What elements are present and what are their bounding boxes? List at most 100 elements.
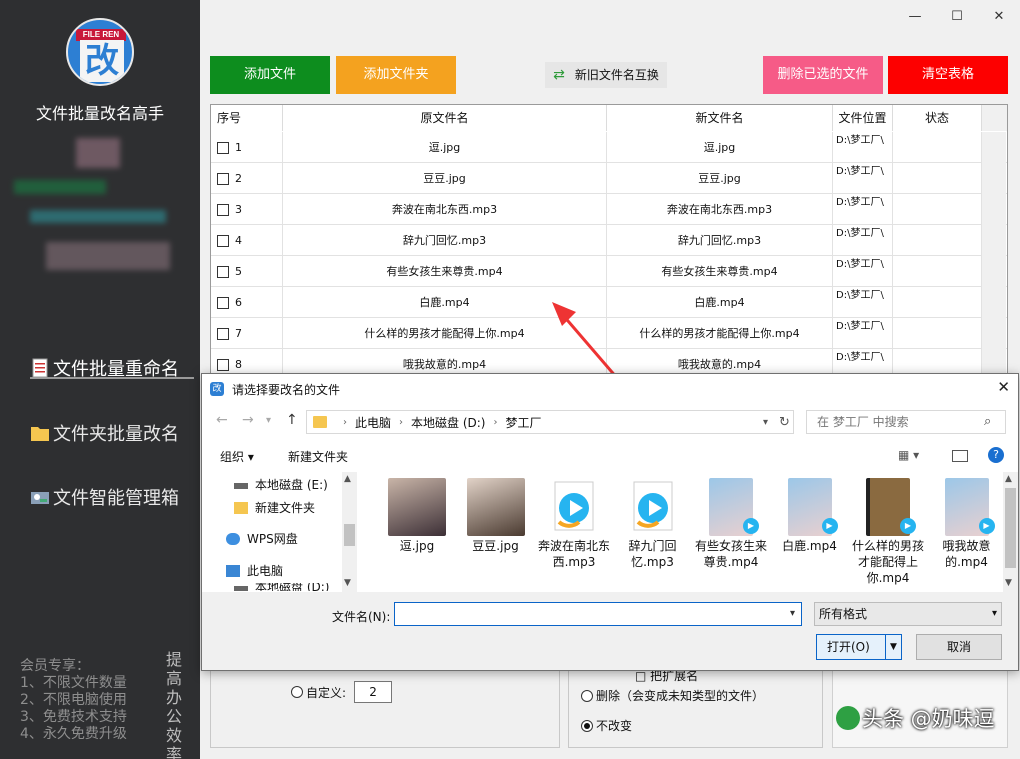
scroll-gap [982, 132, 1006, 163]
video-thumbnail-icon: ▶ [787, 478, 838, 536]
original-name-cell: 辞九门回忆.mp3 [283, 225, 607, 256]
row-checkbox[interactable] [217, 141, 229, 154]
table-row[interactable]: 1 逗.jpg 逗.jpg D:\梦工厂\ [211, 132, 1007, 163]
new-folder-button[interactable]: 新建文件夹 [288, 448, 348, 465]
scroll-up-icon[interactable]: ▲ [344, 474, 351, 484]
file-item[interactable]: ▶ 白鹿.mp4 [773, 478, 847, 554]
file-item[interactable]: 豆豆.jpg [459, 478, 533, 554]
tree-item-d-drive[interactable]: 本地磁盘 (D:) [234, 583, 329, 591]
delete-ext-option[interactable]: 删除（会变成未知类型的文件） [581, 687, 764, 704]
swap-names-button[interactable]: ⇄ 新旧文件名互换 [545, 62, 667, 88]
file-item[interactable]: ▶ 哦我故意的.mp4 [930, 478, 1004, 570]
dialog-footer: 文件名(N): ▾ 所有格式 ▾ 打开(O) ▼ 取消 [202, 592, 1018, 670]
filename-dropdown-icon[interactable]: ▾ [790, 608, 795, 619]
open-button[interactable]: 打开(O) ▼ [816, 634, 902, 660]
no-change-radio[interactable] [581, 719, 593, 732]
breadcrumb-item[interactable]: 梦工厂 [505, 414, 541, 431]
slogan-char: 效 [165, 726, 182, 745]
scroll-down-icon[interactable]: ▼ [344, 578, 351, 588]
delete-ext-radio[interactable] [581, 689, 593, 702]
table-row[interactable]: 3 奔波在南北东西.mp3 奔波在南北东西.mp3 D:\梦工厂\ [211, 194, 1007, 225]
nav-smart-manager[interactable]: 文件智能管理箱 [30, 484, 179, 510]
scroll-thumb[interactable] [1005, 488, 1016, 568]
file-name: 奔波在南北东西.mp3 [537, 539, 610, 569]
minimize-button[interactable]: — [894, 0, 936, 34]
header-scroll-gap [982, 105, 1007, 131]
custom-value-input[interactable]: 2 [354, 681, 393, 703]
image-thumbnail-icon [466, 478, 525, 536]
scroll-up-icon[interactable]: ▲ [1005, 474, 1012, 484]
open-split-dropdown-icon[interactable]: ▼ [885, 635, 901, 659]
add-folder-button[interactable]: 添加文件夹 [336, 56, 456, 94]
row-checkbox[interactable] [217, 296, 229, 309]
row-checkbox[interactable] [217, 358, 229, 371]
location-cell: D:\梦工厂\ [833, 256, 893, 287]
back-arrow-icon[interactable]: ← [216, 412, 228, 428]
no-change-option[interactable]: 不改变 [581, 717, 632, 734]
cancel-button[interactable]: 取消 [916, 634, 1002, 660]
tree-item-e-drive[interactable]: 本地磁盘 (E:) [234, 476, 328, 493]
pixelated-username [14, 180, 106, 194]
table-row[interactable]: 2 豆豆.jpg 豆豆.jpg D:\梦工厂\ [211, 163, 1007, 194]
tree-item-wps-cloud[interactable]: WPS网盘 [226, 530, 298, 547]
scroll-thumb[interactable] [344, 524, 355, 546]
clear-table-button[interactable]: 清空表格 [888, 56, 1008, 94]
address-dropdown-icon[interactable]: ▾ [763, 417, 768, 428]
scroll-down-icon[interactable]: ▼ [1005, 578, 1012, 588]
status-cell [893, 256, 982, 287]
file-item[interactable]: ▶ 什么样的男孩才能配得上你.mp4 [851, 478, 925, 586]
breadcrumb-item[interactable]: 本地磁盘 (D:) [411, 414, 485, 431]
table-row[interactable]: 4 辞九门回忆.mp3 辞九门回忆.mp3 D:\梦工厂\ [211, 225, 1007, 256]
row-checkbox[interactable] [217, 265, 229, 278]
sidebar: FILE REN 改 文件批量改名高手 文件批量重命名 文件夹批量改名 文件智能… [0, 0, 200, 759]
help-icon[interactable]: ? [988, 447, 1004, 463]
app-small-icon: 改 [210, 382, 224, 396]
forward-arrow-icon[interactable]: → [242, 412, 254, 428]
address-bar[interactable]: › 此电脑 › 本地磁盘 (D:) › 梦工厂 ▾ ↻ [306, 410, 794, 434]
row-checkbox[interactable] [217, 327, 229, 340]
table-row[interactable]: 5 有些女孩生来尊贵.mp4 有些女孩生来尊贵.mp4 D:\梦工厂\ [211, 256, 1007, 287]
search-input[interactable]: 在 梦工厂 中搜索 [806, 410, 1006, 434]
tree-item-new-folder[interactable]: 新建文件夹 [234, 499, 315, 516]
search-icon[interactable]: ⌕ [984, 414, 991, 429]
file-item[interactable]: 逗.jpg [380, 478, 454, 554]
file-item[interactable]: ▶ 有些女孩生来尊贵.mp4 [694, 478, 768, 570]
refresh-icon[interactable]: ↻ [779, 415, 790, 430]
dialog-close-button[interactable]: ✕ [997, 378, 1010, 396]
scroll-gap [982, 163, 1006, 194]
filename-input[interactable] [394, 602, 802, 626]
tree-scrollbar[interactable]: ▲ ▼ [342, 472, 357, 592]
file-name: 豆豆.jpg [472, 539, 519, 553]
close-button[interactable]: ✕ [978, 0, 1020, 34]
delete-selected-button[interactable]: 删除已选的文件 [763, 56, 883, 94]
file-name: 哦我故意的.mp4 [942, 539, 991, 569]
video-thumbnail-icon: ▶ [866, 478, 916, 536]
location-cell: D:\梦工厂\ [833, 287, 893, 318]
header-index: 序号 [211, 105, 283, 131]
preview-pane-icon[interactable] [952, 450, 968, 462]
custom-radio[interactable] [291, 686, 303, 698]
file-item[interactable]: 奔波在南北东西.mp3 [537, 478, 611, 570]
maximize-button[interactable]: ☐ [936, 0, 978, 34]
breadcrumb-item[interactable]: 此电脑 [355, 414, 391, 431]
nav-folder-rename[interactable]: 文件夹批量改名 [30, 420, 179, 446]
recent-dropdown-icon[interactable]: ▾ [266, 415, 271, 426]
row-checkbox[interactable] [217, 172, 229, 185]
slogan-char: 率 [165, 745, 182, 759]
row-checkbox[interactable] [217, 234, 229, 247]
file-item[interactable]: 辞九门回忆.mp3 [616, 478, 690, 570]
view-options-icon[interactable]: ▦ ▾ [898, 448, 919, 462]
add-file-button[interactable]: 添加文件 [210, 56, 330, 94]
swap-names-label: 新旧文件名互换 [574, 68, 659, 82]
row-checkbox[interactable] [217, 203, 229, 216]
custom-option[interactable]: 自定义: 2 [291, 681, 393, 703]
original-name-cell: 奔波在南北东西.mp3 [283, 194, 607, 225]
organize-menu[interactable]: 组织 ▾ [220, 448, 254, 465]
file-type-select[interactable]: 所有格式 ▾ [814, 602, 1002, 626]
table-row[interactable]: 6 白鹿.mp4 白鹿.mp4 D:\梦工厂\ [211, 287, 1007, 318]
tree-item-this-pc[interactable]: 此电脑 [226, 562, 283, 579]
up-arrow-icon[interactable]: ↑ [286, 412, 298, 428]
table-row[interactable]: 7 什么样的男孩才能配得上你.mp4 什么样的男孩才能配得上你.mp4 D:\梦工厂\ [211, 318, 1007, 349]
file-scrollbar[interactable]: ▲ ▼ [1003, 472, 1018, 592]
file-name: 有些女孩生来尊贵.mp4 [694, 539, 767, 569]
